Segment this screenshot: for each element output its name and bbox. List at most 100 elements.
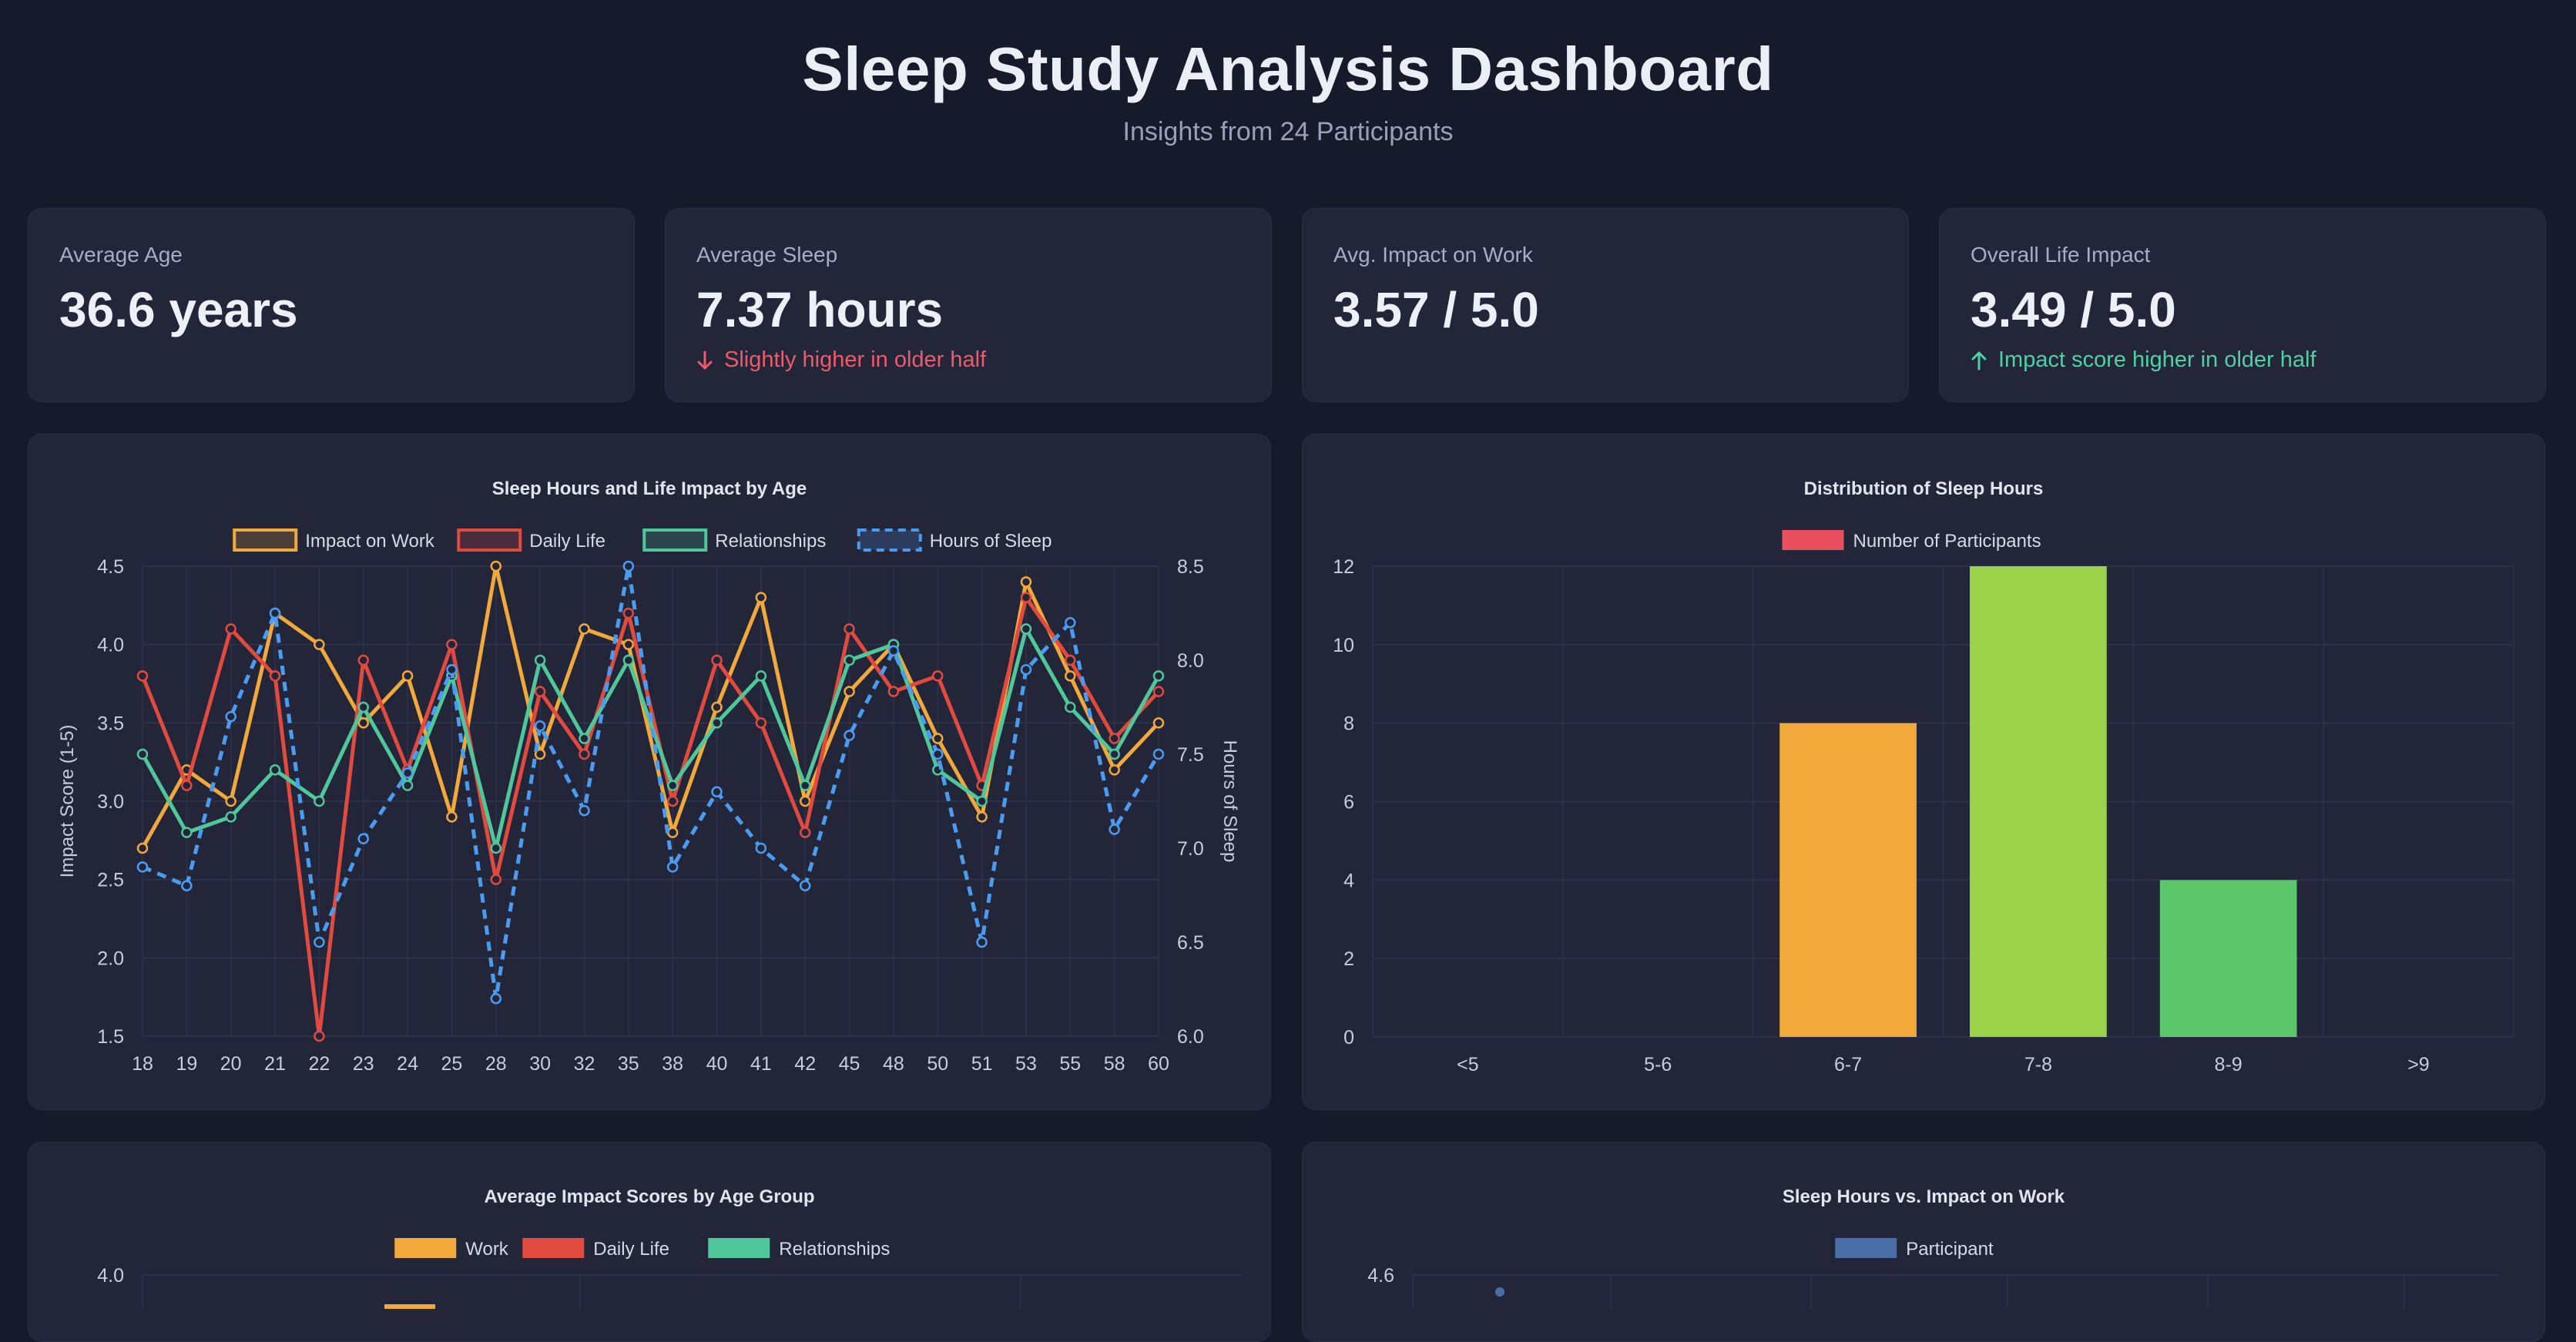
data-point [932, 670, 944, 682]
data-point [314, 795, 325, 807]
data-point [1065, 616, 1076, 629]
legend-label: Participant [1906, 1239, 1994, 1260]
data-point [755, 717, 767, 729]
legend-label: Impact on Work [305, 531, 435, 552]
data-point [401, 780, 414, 791]
page-subtitle: Insights from 24 Participants [1122, 117, 1454, 146]
y-tick-label: 0 [1343, 1027, 1354, 1048]
data-point [579, 623, 590, 635]
x-tick-label: 8-9 [2215, 1054, 2242, 1075]
data-point [534, 686, 546, 697]
data-point [976, 811, 988, 823]
chart-title: Average Impact Scores by Age Group [484, 1186, 814, 1207]
x-tick-label: 7-8 [2024, 1054, 2052, 1075]
y-tick-label: 6 [1343, 792, 1354, 814]
legend-swatch [1782, 530, 1844, 550]
data-point [1152, 686, 1165, 697]
y-right-tick-label: 8.0 [1177, 650, 1204, 672]
y-tick-label: 3.0 [97, 791, 124, 813]
data-point [314, 1030, 325, 1042]
sleep-distribution-bar-chart: Distribution of Sleep Hours Number of Par… [1333, 478, 2514, 1075]
data-point [887, 645, 900, 657]
x-tick-label: 19 [176, 1053, 197, 1075]
data-point [1109, 764, 1120, 776]
data-point [490, 560, 502, 572]
legend-label: Number of Participants [1853, 531, 2041, 552]
data-point [711, 654, 723, 666]
bar-chart-card: Distribution of Sleep Hours Number of Par… [1302, 434, 2545, 1110]
stat-card-life-impact: Overall Life Impact 3.49 / 5.0 Impact sc… [1939, 208, 2546, 402]
data-point [225, 623, 236, 635]
data-point [1065, 701, 1076, 713]
data-point [225, 795, 236, 807]
data-point [887, 686, 900, 697]
x-tick-label: 18 [132, 1053, 153, 1075]
data-point [1020, 663, 1032, 676]
y-tick-label: 4.0 [97, 635, 124, 656]
x-tick-label: 24 [397, 1053, 418, 1075]
data-point [976, 936, 988, 948]
y-tick-label: 2.5 [97, 870, 124, 891]
data-point [534, 654, 546, 666]
data-point [579, 733, 590, 744]
data-point [1109, 824, 1120, 835]
data-point [446, 811, 458, 823]
x-tick-label: 25 [441, 1053, 463, 1075]
x-tick-label: 20 [220, 1053, 242, 1075]
data-point [446, 663, 458, 676]
stat-value: 3.49 / 5.0 [1971, 282, 2176, 337]
x-tick-label: 21 [264, 1053, 286, 1075]
y-axis-label: Impact Score (1-5) [57, 725, 78, 878]
y-tick-label: 4.0 [97, 1265, 124, 1287]
data-point [711, 717, 723, 729]
data-point [755, 670, 767, 682]
data-point [314, 936, 325, 948]
x-tick-label: >9 [2407, 1054, 2430, 1075]
y-right-axis-label: Hours of Sleep [1219, 740, 1240, 863]
x-tick-label: 45 [839, 1053, 860, 1075]
data-point [136, 670, 149, 682]
data-point [1495, 1287, 1504, 1297]
data-point [844, 623, 855, 635]
data-point [799, 827, 811, 838]
legend-swatch [857, 528, 922, 552]
data-point [269, 607, 281, 619]
stat-trend: Impact score higher in older half [1971, 347, 2316, 373]
data-point [932, 748, 944, 760]
x-tick-label: 30 [529, 1053, 551, 1075]
chart-title: Distribution of Sleep Hours [1804, 478, 2044, 499]
x-tick-label: 58 [1104, 1053, 1125, 1075]
legend-label: Work [465, 1239, 509, 1260]
legend-swatch [233, 528, 298, 552]
data-point [446, 639, 458, 650]
arrow-up-icon [1971, 351, 1987, 370]
data-point [490, 992, 502, 1005]
legend-label: Relationships [715, 531, 826, 552]
data-point [181, 880, 193, 892]
legend-label: Daily Life [593, 1239, 669, 1260]
data-point [711, 786, 723, 798]
stat-note-text: Slightly higher in older half [724, 347, 987, 372]
x-tick-label: 42 [794, 1053, 816, 1075]
x-tick-label: 5-6 [1644, 1054, 1672, 1075]
scatter-chart-card: Sleep Hours vs. Impact on Work Participan… [1302, 1142, 2545, 1342]
data-point [1020, 576, 1032, 588]
age-group-bar-chart: Average Impact Scores by Age Group Work Da… [97, 1186, 1242, 1312]
y-right-tick-label: 7.5 [1177, 744, 1204, 766]
data-point [401, 767, 414, 779]
x-tick-label: 38 [662, 1053, 683, 1075]
x-tick-label: 53 [1015, 1053, 1037, 1075]
legend-swatch [1835, 1238, 1897, 1258]
x-tick-label: 50 [927, 1053, 948, 1075]
data-point [844, 654, 855, 666]
data-point [225, 811, 236, 823]
legend-label: Relationships [779, 1239, 890, 1260]
x-tick-label: 40 [706, 1053, 728, 1075]
y-tick-label: 4.6 [1367, 1265, 1394, 1287]
data-point [666, 795, 679, 807]
data-point [799, 880, 811, 892]
y-tick-label: 8 [1343, 713, 1354, 735]
data-point [579, 804, 590, 817]
legend-swatch [522, 1238, 585, 1258]
x-tick-label: 41 [750, 1053, 772, 1075]
